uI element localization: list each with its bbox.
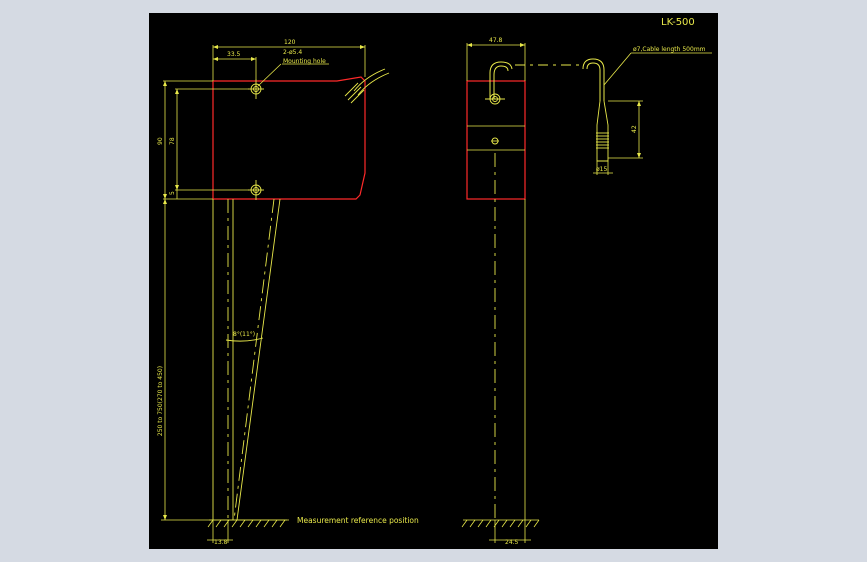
drawing-title: LK-500 <box>661 17 695 28</box>
hole-offset-dim: 33.5 <box>227 51 241 58</box>
drawing-canvas: LK-500 8°(11°) 120 33.5 2-ø5.4 Mounting … <box>157 17 712 546</box>
side-width-dimension <box>466 43 526 81</box>
cable-gland <box>344 68 390 104</box>
side-view: 47.8 24.5 <box>461 37 540 546</box>
hole-callout: 2-ø5.4 <box>283 49 302 56</box>
cable-note: ø7,Cable length 500mm <box>633 46 706 53</box>
side-hole-top <box>485 93 505 105</box>
width-dim: 120 <box>284 39 296 46</box>
height-dimension-lines <box>163 80 249 520</box>
cad-viewer: LK-500 8°(11°) 120 33.5 2-ø5.4 Mounting … <box>0 0 867 562</box>
connector-length-dim: 42 <box>631 125 638 133</box>
reflected-beam-edge <box>236 198 281 521</box>
drawing-sheet: LK-500 8°(11°) 120 33.5 2-ø5.4 Mounting … <box>149 13 718 549</box>
hole-leader <box>257 63 282 87</box>
side-hole-bottom <box>491 137 499 145</box>
connector <box>596 100 609 162</box>
cable-view: 42 ø15 ø7,Cable length 500mm <box>515 46 712 175</box>
range-dim: 250 to 750(270 to 450) <box>157 366 164 436</box>
reference-label: Measurement reference position <box>297 516 419 525</box>
ground-hatch-side <box>461 519 540 528</box>
ground-hatch-front <box>207 519 287 528</box>
connector-diameter-dim: ø15 <box>596 166 607 173</box>
sensor-body-outline <box>212 76 366 200</box>
mounting-hole-bottom <box>248 180 264 200</box>
bottom-dim-side: 24.5 <box>505 539 519 546</box>
cable-bend <box>582 58 605 101</box>
cable-note-leader <box>603 52 632 86</box>
hole-pitch-dim: 78 <box>169 137 176 145</box>
side-width-dim: 47.8 <box>489 37 503 44</box>
angle-dim: 8°(11°) <box>233 331 255 338</box>
bottom-dim-front: 13.8 <box>214 539 228 546</box>
small-offset-dim: 5 <box>169 191 176 195</box>
emitted-beam <box>227 198 275 521</box>
front-view: 8°(11°) 120 33.5 2-ø5.4 Mounting hole 90… <box>157 39 419 546</box>
angle-arc <box>225 337 264 342</box>
mounting-hole-top <box>248 79 264 99</box>
height-dim: 90 <box>157 137 164 145</box>
